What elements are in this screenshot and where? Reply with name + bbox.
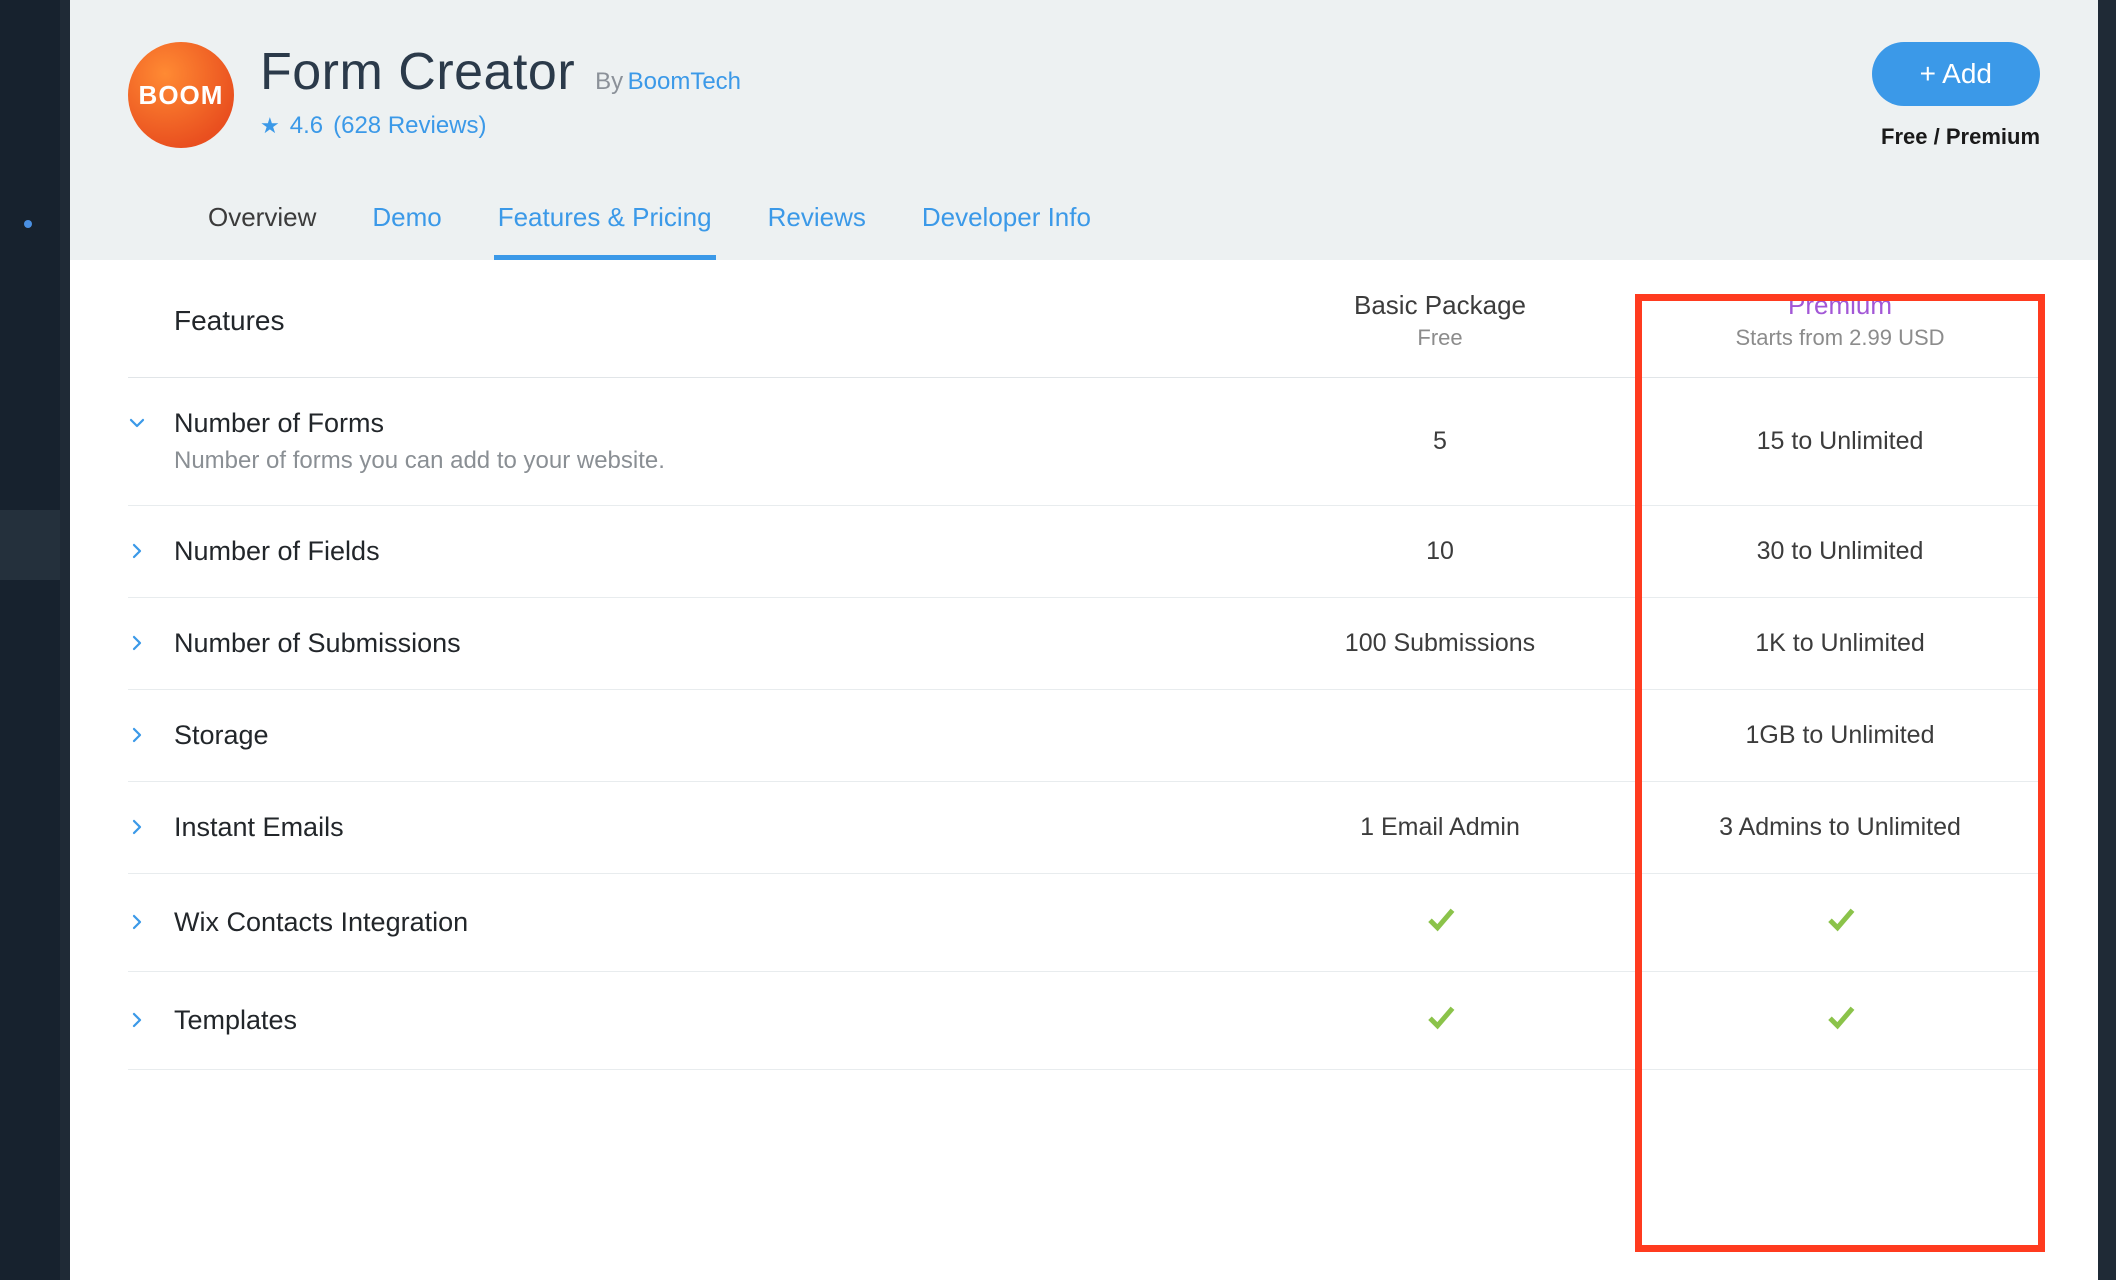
app-logo-text: BOOM [139, 80, 224, 111]
check-icon [1425, 912, 1455, 940]
chevron-right-icon[interactable] [128, 536, 174, 560]
star-icon: ★ [260, 113, 280, 139]
tab-developer-info[interactable]: Developer Info [918, 188, 1095, 260]
premium-cell: 3 Admins to Unlimited [1640, 813, 2040, 842]
app-title: Form Creator [260, 42, 575, 102]
chevron-right-icon[interactable] [128, 812, 174, 836]
feature-title[interactable]: Number of Fields [174, 536, 380, 567]
rating-value: 4.6 [290, 112, 323, 140]
feature-row: Number of Fields 1030 to Unlimited [128, 506, 2040, 598]
tab-features-pricing[interactable]: Features & Pricing [494, 188, 716, 260]
chevron-right-icon[interactable] [128, 907, 174, 931]
feature-row: Number of Forms Number of forms you can a… [128, 378, 2040, 506]
by-label: By [595, 68, 623, 95]
app-logo: BOOM [128, 42, 234, 148]
basic-sub: Free [1240, 325, 1640, 351]
feature-row: Number of Submissions 100 Submissions1K t… [128, 598, 2040, 690]
rating-line[interactable]: ★ 4.6 (628 Reviews) [260, 112, 1872, 140]
check-icon [1825, 912, 1855, 940]
sidebar-indicator-dot [24, 220, 32, 228]
tab-demo[interactable]: Demo [368, 188, 445, 260]
chevron-right-icon[interactable] [128, 1005, 174, 1029]
basic-cell [1240, 904, 1640, 941]
sidebar-active-item[interactable] [0, 510, 60, 580]
check-icon [1425, 1010, 1455, 1038]
chevron-down-icon[interactable] [128, 408, 174, 432]
feature-row: Templates [128, 972, 2040, 1070]
feature-row: Instant Emails 1 Email Admin3 Admins to U… [128, 782, 2040, 874]
app-header: BOOM Form Creator By BoomTech ★ 4.6 (628… [70, 0, 2098, 260]
basic-title: Basic Package [1240, 290, 1640, 321]
tier-label: Free / Premium [1881, 124, 2040, 150]
features-column-header: Features [128, 305, 1240, 337]
premium-sub: Starts from 2.99 USD [1640, 325, 2040, 351]
basic-cell: 1 Email Admin [1240, 813, 1640, 842]
premium-cell [1640, 1002, 2040, 1039]
feature-description: Number of forms you can add to your webs… [174, 447, 665, 475]
tab-bar: Overview Demo Features & Pricing Reviews Dev… [128, 188, 2040, 260]
premium-cell [1640, 904, 2040, 941]
basic-cell: 5 [1240, 427, 1640, 456]
premium-cell: 1K to Unlimited [1640, 629, 2040, 658]
feature-title[interactable]: Storage [174, 720, 269, 751]
feature-row: Wix Contacts Integration [128, 874, 2040, 972]
feature-title[interactable]: Number of Submissions [174, 628, 461, 659]
reviews-count: (628 Reviews) [333, 112, 486, 140]
table-header-row: Features Basic Package Free Premium Star… [128, 260, 2040, 378]
chevron-right-icon[interactable] [128, 628, 174, 652]
premium-cell: 30 to Unlimited [1640, 537, 2040, 566]
tab-overview[interactable]: Overview [204, 188, 320, 260]
features-section: Features Basic Package Free Premium Star… [70, 260, 2098, 1070]
feature-title[interactable]: Templates [174, 1005, 297, 1036]
feature-title[interactable]: Instant Emails [174, 812, 344, 843]
premium-cell: 1GB to Unlimited [1640, 721, 2040, 750]
premium-column-header: Premium Starts from 2.99 USD [1640, 290, 2040, 351]
premium-title: Premium [1640, 290, 2040, 321]
feature-title[interactable]: Number of Forms [174, 408, 665, 439]
basic-cell [1240, 1002, 1640, 1039]
add-button[interactable]: + Add [1872, 42, 2040, 106]
chevron-right-icon[interactable] [128, 720, 174, 744]
feature-row: Storage 1GB to Unlimited [128, 690, 2040, 782]
basic-cell: 10 [1240, 537, 1640, 566]
vendor-link[interactable]: BoomTech [628, 68, 741, 95]
feature-title[interactable]: Wix Contacts Integration [174, 907, 468, 938]
basic-cell: 100 Submissions [1240, 629, 1640, 658]
tab-reviews[interactable]: Reviews [764, 188, 870, 260]
content-panel: BOOM Form Creator By BoomTech ★ 4.6 (628… [70, 0, 2098, 1280]
app-sidebar [0, 0, 60, 1280]
check-icon [1825, 1010, 1855, 1038]
basic-column-header: Basic Package Free [1240, 290, 1640, 351]
premium-cell: 15 to Unlimited [1640, 427, 2040, 456]
